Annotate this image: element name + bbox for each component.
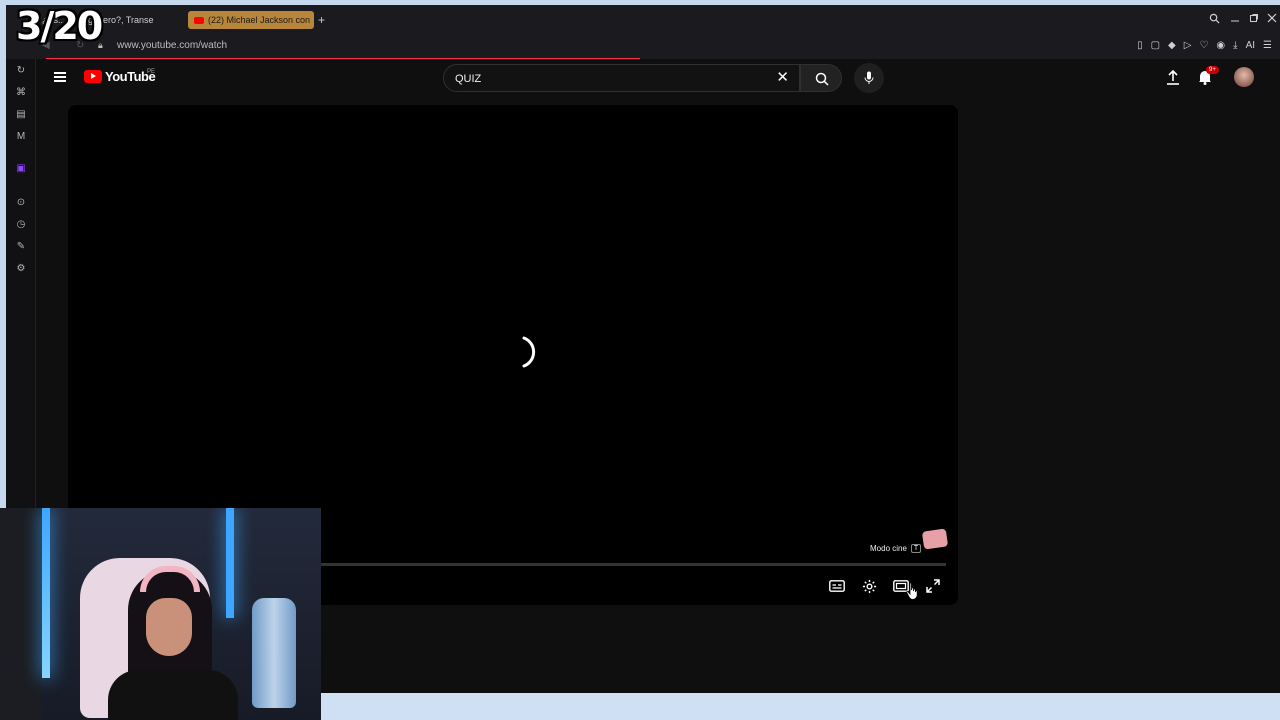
water-bottle: [252, 598, 296, 708]
address-bar: ◀ ↻ 🔒︎ www.youtube.com/watch ▯ ▢ ◆ ▷ ♡ ◉…: [6, 35, 1280, 59]
youtube-play-icon: [84, 70, 102, 83]
heart-icon[interactable]: ♡: [1199, 40, 1208, 51]
search-icon: [815, 72, 829, 86]
history-icon[interactable]: ◷: [15, 219, 27, 231]
webcam-shelf: [0, 508, 42, 720]
theater-mode-tooltip: Modo cine T: [870, 544, 922, 553]
player-icon[interactable]: ⊙: [15, 197, 27, 209]
download-icon[interactable]: ⤓: [1233, 40, 1237, 51]
settings-gear-icon[interactable]: [860, 577, 878, 595]
search-input[interactable]: QUIZ: [455, 73, 481, 85]
webcam-overlay: [0, 508, 321, 720]
minimize-icon[interactable]: [1230, 13, 1240, 26]
search-icon[interactable]: [1209, 13, 1220, 27]
voice-search-button[interactable]: [854, 63, 884, 93]
subtitles-icon[interactable]: [828, 577, 846, 595]
search-button[interactable]: [800, 64, 842, 92]
neon-light-left: [42, 508, 50, 678]
notes-icon[interactable]: ▤: [15, 109, 27, 121]
tooltip-shortcut-key: T: [910, 544, 922, 553]
quiz-counter: 3/20: [16, 4, 103, 48]
neon-light-right: [226, 508, 234, 618]
search-box[interactable]: QUIZ ✕: [443, 64, 800, 92]
youtube-logo[interactable]: YouTube: [84, 69, 156, 84]
restore-icon[interactable]: [1249, 13, 1259, 26]
close-window-icon[interactable]: [1267, 13, 1277, 26]
ai-button[interactable]: AI: [1246, 40, 1255, 51]
streamer-face: [146, 598, 192, 656]
twitch-icon[interactable]: ▣: [15, 163, 27, 175]
tab-active[interactable]: (22) Michael Jackson con: [188, 11, 314, 29]
loading-spinner-icon: [522, 336, 536, 368]
youtube-favicon-icon: [194, 16, 204, 24]
clear-search-icon[interactable]: ✕: [776, 69, 789, 87]
mail-icon[interactable]: M: [15, 131, 27, 143]
avatar[interactable]: [1234, 67, 1254, 87]
menu-icon[interactable]: ☰: [1263, 40, 1272, 51]
new-tab-button[interactable]: +: [318, 13, 325, 27]
streamer-shirt: [108, 670, 238, 720]
country-code: PE: [147, 69, 156, 75]
account-icon[interactable]: ◉: [1216, 40, 1225, 51]
url-field[interactable]: www.youtube.com/watch: [117, 40, 227, 51]
player-controls: [828, 577, 942, 595]
settings-icon[interactable]: ⚙: [15, 263, 27, 275]
screenshot-icon[interactable]: ▢: [1151, 40, 1160, 51]
tooltip-label: Modo cine: [870, 544, 907, 553]
translate-icon[interactable]: ⌘: [15, 87, 27, 99]
play-icon[interactable]: ▷: [1184, 40, 1192, 51]
hand-pointer-cursor-icon: [906, 582, 918, 600]
toolbar-icons: ▯ ▢ ◆ ▷ ♡ ◉ ⤓ AI ☰: [1137, 40, 1272, 51]
microphone-icon: [864, 71, 874, 84]
extensions-icon[interactable]: ✎: [15, 241, 27, 253]
notification-count-badge: 9+: [1206, 66, 1219, 74]
tab-strip: ¿Es... transgénero?, Transe (22) Michael…: [6, 5, 1280, 35]
refresh-icon[interactable]: ↻: [15, 65, 27, 77]
desktop-bottom-strip: [321, 693, 1280, 720]
upload-icon[interactable]: [1166, 69, 1180, 85]
fullscreen-icon[interactable]: [924, 577, 942, 595]
tab-label: (22) Michael Jackson con: [208, 15, 311, 25]
bookmark-icon[interactable]: ▯: [1137, 40, 1143, 51]
channel-watermark[interactable]: [921, 528, 949, 550]
shield-icon[interactable]: ◆: [1168, 40, 1176, 51]
guide-menu-icon[interactable]: [54, 72, 66, 82]
